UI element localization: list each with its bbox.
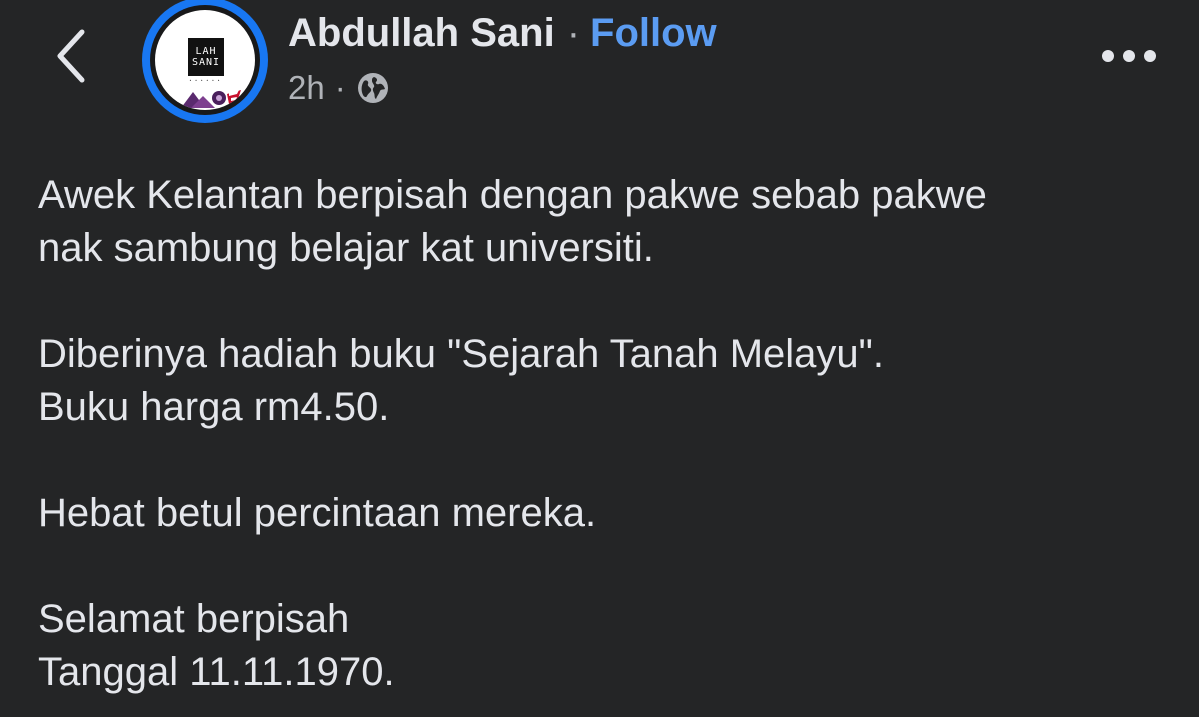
- logo-line-2: SANI: [191, 57, 221, 68]
- meta-separator: ·: [334, 69, 346, 106]
- post-time[interactable]: 2h: [288, 69, 325, 107]
- chevron-left-icon: [57, 29, 85, 83]
- post-author-line: Abdullah Sani · Follow: [288, 8, 717, 58]
- post-paragraph: Diberinya hadiah buku "Sejarah Tanah Mel…: [38, 332, 884, 429]
- profile-logo: LAH SANI: [188, 38, 224, 76]
- post-paragraph: Hebat betul percintaan mereka.: [38, 491, 597, 535]
- logo-artwork: [181, 90, 241, 108]
- globe-icon: [357, 73, 388, 103]
- avatar-border: LAH SANI • • • • • •: [150, 5, 260, 115]
- follow-button[interactable]: Follow: [590, 11, 717, 56]
- header-separator: ·: [566, 10, 581, 55]
- post-meta: 2h ·: [288, 66, 390, 110]
- logo-line-1: LAH: [195, 46, 217, 57]
- avatar-image: LAH SANI • • • • • •: [155, 10, 255, 110]
- back-button[interactable]: [44, 24, 100, 88]
- more-options-button[interactable]: [1096, 38, 1162, 74]
- logo-tagline: • • • • • •: [189, 78, 221, 83]
- post-paragraph: Selamat berpisah Tanggal 11.11.1970.: [38, 597, 395, 694]
- post-text: Awek Kelantan berpisah dengan pakwe seba…: [38, 169, 1178, 699]
- more-horizontal-icon: [1102, 50, 1156, 62]
- avatar[interactable]: LAH SANI • • • • • •: [142, 0, 268, 123]
- author-name[interactable]: Abdullah Sani: [288, 11, 555, 56]
- post-paragraph: Awek Kelantan berpisah dengan pakwe seba…: [38, 173, 987, 270]
- post-screen: LAH SANI • • • • • • Abdullah Sani · Fol…: [0, 0, 1199, 717]
